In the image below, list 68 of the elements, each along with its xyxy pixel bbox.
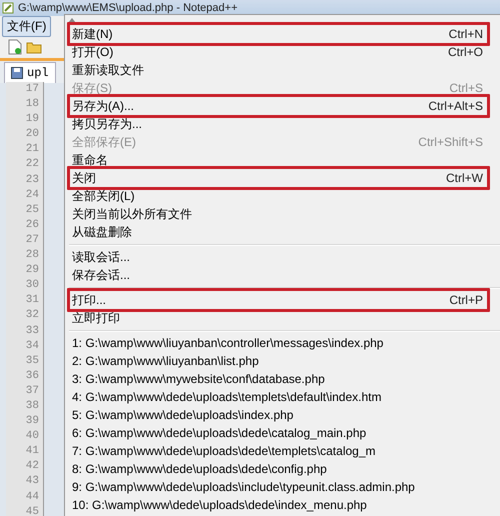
line-number: 39 xyxy=(26,414,39,430)
line-number: 19 xyxy=(26,112,39,128)
menu-item[interactable]: 另存为(A)... Ctrl+Alt+S xyxy=(70,97,487,115)
line-number: 37 xyxy=(26,384,39,399)
recent-file-item[interactable]: 3: G:\wamp\www\mywebsite\conf\database.php xyxy=(65,370,500,388)
line-number: 18 xyxy=(26,97,39,112)
line-number: 24 xyxy=(26,188,39,203)
window-title: G:\wamp\www\EMS\upload.php - Notepad++ xyxy=(18,2,238,14)
line-number: 30 xyxy=(26,278,39,294)
menu-item[interactable]: 关闭 Ctrl+W xyxy=(70,169,487,187)
shortcut-label: Ctrl+Alt+S xyxy=(428,99,483,113)
menu-item[interactable]: 打印... Ctrl+P xyxy=(70,291,487,309)
line-number: 34 xyxy=(26,338,39,354)
line-number: 36 xyxy=(26,368,39,384)
line-number: 43 xyxy=(26,474,39,490)
file-tab[interactable]: upl xyxy=(4,62,56,83)
line-number: 41 xyxy=(26,444,39,460)
recent-file-item[interactable]: 10: G:\wamp\www\dede\uploads\dede\index_menu.php xyxy=(65,496,500,514)
line-number: 20 xyxy=(26,127,39,142)
line-number: 32 xyxy=(26,308,39,324)
shortcut-label: Ctrl+W xyxy=(446,171,483,185)
app-icon xyxy=(2,2,14,14)
line-number: 29 xyxy=(26,263,39,278)
line-number: 26 xyxy=(26,218,39,233)
folder-icon[interactable] xyxy=(26,40,42,54)
menu-item[interactable]: 打开(O) Ctrl+O xyxy=(65,43,500,61)
menu-item[interactable]: 全部关闭(L) xyxy=(65,187,500,205)
recent-file-item[interactable]: 4: G:\wamp\www\dede\uploads\templets\default\index.htm xyxy=(65,388,500,406)
line-number: 42 xyxy=(26,459,39,474)
menu-item[interactable]: 重命名 xyxy=(65,151,500,169)
recent-file-item[interactable]: 6: G:\wamp\www\dede\uploads\dede\catalog_main.php xyxy=(65,424,500,442)
recent-file-item[interactable]: 9: G:\wamp\www\dede\uploads\include\typeunit.class.admin.php xyxy=(65,478,500,496)
line-number: 38 xyxy=(26,398,39,414)
save-icon xyxy=(11,67,23,79)
line-number: 40 xyxy=(26,429,39,444)
recent-file-item[interactable]: 7: G:\wamp\www\dede\uploads\dede\templets\catalog_m xyxy=(65,442,500,460)
menu-item[interactable]: 保存会话... xyxy=(65,266,500,284)
line-number: 25 xyxy=(26,202,39,218)
recent-file-item[interactable]: 8: G:\wamp\www\dede\uploads\dede\config.php xyxy=(65,460,500,478)
scroll-up-icon[interactable] xyxy=(68,18,76,23)
line-number: 23 xyxy=(26,172,39,188)
line-number: 33 xyxy=(26,324,39,338)
menu-item[interactable]: 重新读取文件 xyxy=(65,61,500,79)
line-number: 27 xyxy=(26,232,39,248)
recent-file-item[interactable]: 2: G:\wamp\www\liuyanban\list.php xyxy=(65,352,500,370)
shortcut-label: Ctrl+O xyxy=(448,45,483,59)
line-number: 45 xyxy=(26,504,39,516)
recent-file-item[interactable]: 1: G:\wamp\www\liuyanban\controller\messages\index.php xyxy=(65,334,500,352)
menu-item[interactable]: 读取会话... xyxy=(65,248,500,266)
shortcut-label: Ctrl+S xyxy=(449,81,483,95)
line-number: 35 xyxy=(26,354,39,369)
line-number: 21 xyxy=(26,142,39,158)
line-number: 28 xyxy=(26,248,39,264)
menu-item[interactable]: 立即打印 xyxy=(65,309,500,327)
menu-item[interactable]: 关闭当前以外所有文件 xyxy=(65,205,500,223)
shortcut-label: Ctrl+N xyxy=(448,27,483,41)
new-file-icon[interactable] xyxy=(8,39,22,55)
line-number: 17 xyxy=(26,82,39,97)
recent-file-item[interactable]: 5: G:\wamp\www\dede\uploads\index.php xyxy=(65,406,500,424)
menu-item[interactable]: 新建(N) Ctrl+N xyxy=(70,25,487,43)
line-number: 44 xyxy=(26,490,39,505)
menu-item[interactable]: 拷贝另存为... xyxy=(65,115,500,133)
menu-item[interactable]: 文件(F) xyxy=(2,16,52,36)
shortcut-label: Ctrl+P xyxy=(449,293,483,307)
shortcut-label: Ctrl+Shift+S xyxy=(418,135,483,149)
line-number: 22 xyxy=(26,157,39,172)
line-number: 31 xyxy=(26,293,39,308)
menu-item[interactable]: 从磁盘删除 xyxy=(65,223,500,241)
